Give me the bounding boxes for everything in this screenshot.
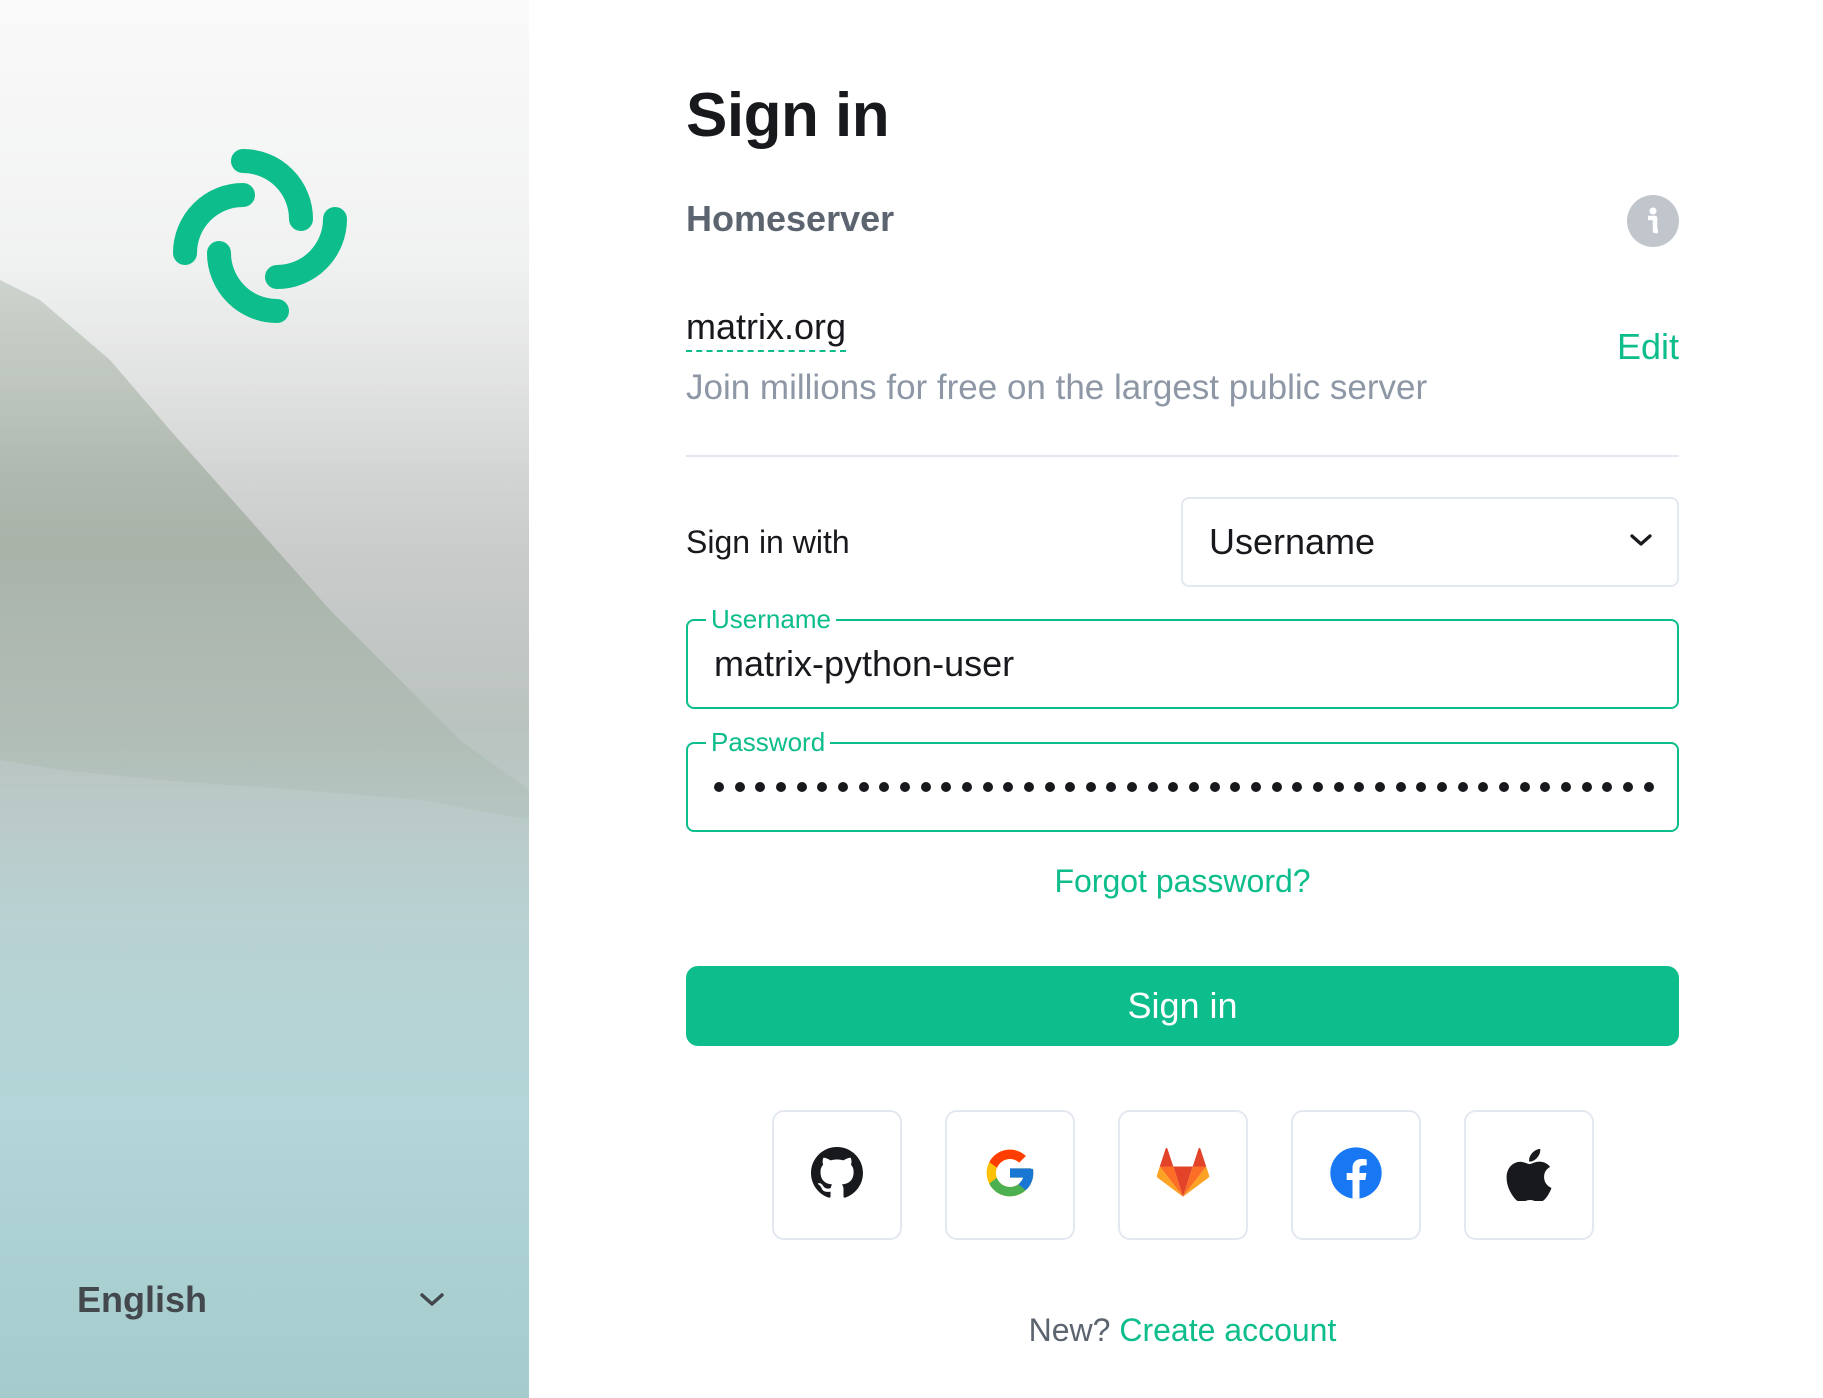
forgot-password-link[interactable]: Forgot password? [686, 863, 1679, 900]
password-mask-dot [714, 782, 724, 792]
password-mask-dot [1003, 782, 1014, 792]
password-mask-dot [1209, 782, 1220, 792]
password-mask-dot [817, 782, 828, 792]
sso-facebook-button[interactable] [1291, 1110, 1421, 1240]
password-mask-dot [1189, 782, 1200, 792]
homeserver-name: matrix.org [686, 306, 847, 352]
password-mask-dot [1127, 782, 1138, 792]
password-mask-dot [1023, 782, 1034, 792]
sign-in-method-select[interactable]: Username [1181, 497, 1679, 587]
password-mask-dot [1251, 782, 1262, 792]
password-mask-dot [982, 782, 993, 792]
password-mask-dot [1581, 782, 1592, 792]
password-mask-dot [899, 782, 910, 792]
password-mask-dot [837, 782, 848, 792]
password-mask-dot [755, 782, 766, 792]
gitlab-icon [1156, 1147, 1210, 1203]
password-mask-dot [858, 782, 869, 792]
create-account-footer: New? Create account [686, 1312, 1679, 1349]
sso-buttons [772, 1110, 1594, 1240]
password-mask-dot [734, 782, 745, 792]
password-mask-dot [1478, 782, 1489, 792]
password-mask-dot [1457, 782, 1468, 792]
password-mask-dot [1333, 782, 1344, 792]
edit-homeserver-link[interactable]: Edit [1617, 326, 1679, 368]
sign-in-with-label: Sign in with [686, 524, 850, 560]
chevron-down-icon [417, 1285, 447, 1315]
password-mask-dot [1168, 782, 1179, 792]
sso-github-button[interactable] [772, 1110, 902, 1240]
sign-in-button[interactable]: Sign in [686, 966, 1679, 1046]
password-mask-dot [1540, 782, 1551, 792]
password-input[interactable] [714, 744, 1654, 830]
info-icon[interactable] [1627, 195, 1679, 247]
password-mask-dot [1147, 782, 1158, 792]
password-mask-dot [775, 782, 786, 792]
password-mask-dot [1106, 782, 1117, 792]
password-mask-dot [1065, 782, 1076, 792]
homeserver-description: Join millions for free on the largest pu… [686, 368, 1428, 407]
password-mask-dot [1416, 782, 1427, 792]
password-mask-dot [1375, 782, 1385, 792]
homeserver-heading: Homeserver [686, 198, 895, 239]
google-icon [982, 1145, 1038, 1206]
password-mask-dot [1395, 782, 1406, 792]
language-label: English [77, 1279, 208, 1320]
github-icon [811, 1146, 863, 1204]
language-selector[interactable]: English [77, 1274, 447, 1326]
divider [686, 455, 1679, 457]
password-mask-dot [1044, 782, 1055, 792]
sso-gitlab-button[interactable] [1118, 1110, 1248, 1240]
username-input[interactable] [714, 621, 1654, 707]
password-mask-dot [1292, 782, 1303, 792]
password-mask-dot [1602, 782, 1613, 792]
sso-apple-button[interactable] [1464, 1110, 1594, 1240]
password-mask-dot [920, 782, 931, 792]
password-mask-dot [1354, 782, 1365, 792]
chevron-down-icon [1629, 532, 1653, 553]
password-mask-dot [1085, 782, 1096, 792]
password-mask-dot [1643, 782, 1654, 792]
password-mask-dot [1622, 782, 1633, 792]
password-mask-dot [961, 782, 972, 792]
password-mask-dot [879, 782, 890, 792]
password-mask-dot [1436, 782, 1447, 792]
element-logo-icon [160, 136, 360, 336]
password-mask-dot [1271, 782, 1282, 792]
password-mask-dot [1519, 782, 1530, 792]
new-user-prompt: New? [1028, 1312, 1111, 1348]
page-title: Sign in [686, 81, 890, 150]
background-panel: English [0, 0, 529, 1398]
password-mask-dot [941, 782, 952, 792]
password-mask-dot [796, 782, 807, 792]
select-value: Username [1209, 521, 1376, 562]
apple-icon [1505, 1145, 1553, 1206]
facebook-icon [1328, 1145, 1384, 1206]
sso-google-button[interactable] [945, 1110, 1075, 1240]
password-mask-dot [1230, 782, 1241, 792]
password-mask-dot [1560, 782, 1571, 792]
password-field[interactable]: Password [686, 727, 1679, 832]
password-mask-dot [1313, 782, 1324, 792]
create-account-link[interactable]: Create account [1119, 1312, 1336, 1348]
username-field[interactable]: Username [686, 604, 1679, 709]
password-mask-dot [1498, 782, 1509, 792]
